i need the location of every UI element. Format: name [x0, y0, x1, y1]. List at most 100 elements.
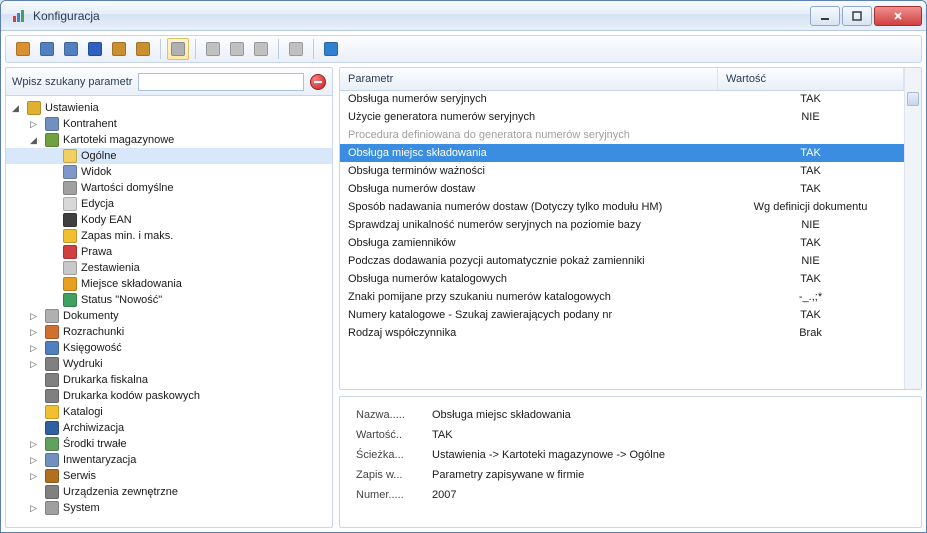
expand-icon[interactable]: ▷	[28, 359, 39, 370]
tree-kartoteki-magazynowe[interactable]: ◢ Kartoteki magazynowe	[6, 132, 332, 148]
table-row[interactable]: Sprawdzaj unikalność numerów seryjnych n…	[340, 216, 904, 234]
external-icon	[44, 484, 60, 500]
service-icon	[44, 468, 60, 484]
detail-label-value: Wartość..	[356, 429, 426, 441]
tree-edycja[interactable]: Edycja	[6, 196, 332, 212]
tree-serwis[interactable]: ▷Serwis	[6, 468, 332, 484]
tree-srodki-trwale[interactable]: ▷Środki trwałe	[6, 436, 332, 452]
table-row[interactable]: Obsługa miejsc składowaniaTAK	[340, 144, 904, 162]
expand-icon[interactable]: ▷	[28, 503, 39, 514]
details-panel: Nazwa..... Obsługa miejsc składowania Wa…	[339, 396, 922, 528]
cell-param: Obsługa numerów dostaw	[340, 180, 718, 198]
archive-icon	[44, 420, 60, 436]
cell-param: Podczas dodawania pozycji automatycznie …	[340, 252, 718, 270]
tree-item-label: Ustawienia	[45, 102, 99, 114]
expand-icon[interactable]: ▷	[28, 327, 39, 338]
view-icon	[62, 164, 78, 180]
cell-value: TAK	[718, 144, 904, 162]
table-row[interactable]: Podczas dodawania pozycji automatycznie …	[340, 252, 904, 270]
collapse-icon[interactable]: ◢	[28, 135, 39, 146]
help-icon[interactable]	[320, 38, 342, 60]
tree-system[interactable]: ▷System	[6, 500, 332, 516]
tree-drukarka-fiskalna[interactable]: Drukarka fiskalna	[6, 372, 332, 388]
tree-zestawienia[interactable]: Zestawienia	[6, 260, 332, 276]
barcode-printer-icon	[44, 388, 60, 404]
grid-scrollbar[interactable]	[904, 68, 921, 389]
cell-param: Obsługa zamienników	[340, 234, 718, 252]
tree-miejsce-skladowania[interactable]: Miejsce składowania	[6, 276, 332, 292]
cell-param: Numery katalogowe - Szukaj zawierających…	[340, 306, 718, 324]
close-button[interactable]	[874, 6, 922, 26]
expand-icon[interactable]: ▷	[28, 455, 39, 466]
tree-ogolne[interactable]: Ogólne	[6, 148, 332, 164]
search-input[interactable]	[138, 73, 304, 91]
star-icon[interactable]	[84, 38, 106, 60]
tree-kontrahent[interactable]: ▷Kontrahent	[6, 116, 332, 132]
col-header-value[interactable]: Wartość	[718, 68, 904, 90]
tools-icon[interactable]	[167, 38, 189, 60]
table-row[interactable]: Numery katalogowe - Szukaj zawierających…	[340, 306, 904, 324]
table-row[interactable]: Obsługa numerów dostawTAK	[340, 180, 904, 198]
detail-label-name: Nazwa.....	[356, 409, 426, 421]
col-header-param[interactable]: Parametr	[340, 68, 718, 90]
table-row[interactable]: Użycie generatora numerów seryjnychNIE	[340, 108, 904, 126]
tree-item-label: Kartoteki magazynowe	[63, 134, 174, 146]
tree-katalogi[interactable]: Katalogi	[6, 404, 332, 420]
expand-icon[interactable]: ▷	[28, 471, 39, 482]
table-row[interactable]: Obsługa terminów ważnościTAK	[340, 162, 904, 180]
table-row[interactable]: Obsługa numerów seryjnychTAK	[340, 90, 904, 108]
cell-param: Obsługa miejsc składowania	[340, 144, 718, 162]
tree-urzadzenia[interactable]: Urządzenia zewnętrzne	[6, 484, 332, 500]
cell-value: TAK	[718, 270, 904, 288]
table-row[interactable]: Rodzaj współczynnikaBrak	[340, 324, 904, 342]
table-row[interactable]: Znaki pomijane przy szukaniu numerów kat…	[340, 288, 904, 306]
detail-label-path: Ścieżka...	[356, 449, 426, 461]
box1-icon[interactable]	[108, 38, 130, 60]
tree-item-label: Prawa	[81, 246, 112, 258]
home-icon[interactable]	[12, 38, 34, 60]
main-area: Wpisz szukany parametr ◢Ustawienia▷Kontr…	[5, 67, 922, 528]
maximize-button[interactable]	[842, 6, 872, 26]
expand-icon[interactable]: ▷	[28, 439, 39, 450]
page-icon	[62, 148, 78, 164]
table-row[interactable]: Procedura definiowana do generatora nume…	[340, 126, 904, 144]
detail-value-path: Ustawienia -> Kartoteki magazynowe -> Og…	[432, 449, 905, 461]
server1-icon[interactable]	[36, 38, 58, 60]
expand-icon[interactable]: ▷	[28, 119, 39, 130]
grid-scroll-thumb[interactable]	[907, 92, 919, 106]
expand-icon[interactable]: ▷	[28, 311, 39, 322]
tree-prawa[interactable]: Prawa	[6, 244, 332, 260]
tree-status-nowosc[interactable]: Status "Nowość"	[6, 292, 332, 308]
undo-icon[interactable]	[250, 38, 272, 60]
table-row[interactable]: Obsługa zamiennikówTAK	[340, 234, 904, 252]
tree-dokumenty[interactable]: ▷ Dokumenty	[6, 308, 332, 324]
table-row[interactable]: Obsługa numerów katalogowychTAK	[340, 270, 904, 288]
tree-wydruki[interactable]: ▷Wydruki	[6, 356, 332, 372]
box2-icon[interactable]	[132, 38, 154, 60]
tree-zapas[interactable]: Zapas min. i maks.	[6, 228, 332, 244]
tree-drukarka-kodow[interactable]: Drukarka kodów paskowych	[6, 388, 332, 404]
edit-icon[interactable]	[202, 38, 224, 60]
refresh-icon[interactable]	[226, 38, 248, 60]
tree-widok[interactable]: Widok	[6, 164, 332, 180]
clear-search-button[interactable]	[310, 74, 326, 90]
toolbar-separator	[278, 39, 279, 59]
collapse-icon[interactable]: ◢	[10, 103, 21, 114]
expand-icon[interactable]: ▷	[28, 343, 39, 354]
tree-wartosci-domyslne[interactable]: Wartości domyślne	[6, 180, 332, 196]
table-row[interactable]: Sposób nadawania numerów dostaw (Dotyczy…	[340, 198, 904, 216]
tree-ksiegowosc[interactable]: ▷Księgowość	[6, 340, 332, 356]
layout-icon[interactable]	[285, 38, 307, 60]
tree-kody-ean[interactable]: Kody EAN	[6, 212, 332, 228]
system-icon	[44, 500, 60, 516]
tree-ustawienia[interactable]: ◢ Ustawienia	[6, 100, 332, 116]
tree[interactable]: ◢ Ustawienia ▷Kontrahent ◢ Kartoteki magazyn…	[6, 96, 332, 527]
minimize-button[interactable]	[810, 6, 840, 26]
tree-archiwizacja[interactable]: Archiwizacja	[6, 420, 332, 436]
parameter-grid[interactable]: Parametr Wartość Obsługa numerów seryjny…	[340, 68, 904, 389]
tree-rozrachunki[interactable]: ▷Rozrachunki	[6, 324, 332, 340]
tree-item-label: Dokumenty	[63, 310, 119, 322]
server2-icon[interactable]	[60, 38, 82, 60]
tree-inwentaryzacja[interactable]: ▷Inwentaryzacja	[6, 452, 332, 468]
warehouse-icon	[44, 132, 60, 148]
